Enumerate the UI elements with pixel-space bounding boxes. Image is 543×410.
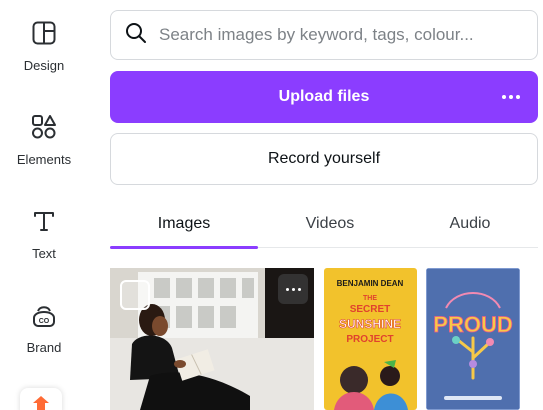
- sidebar-item-brand[interactable]: CO Brand: [0, 300, 88, 380]
- record-yourself-button[interactable]: Record yourself: [110, 133, 538, 185]
- sidebar-item-text[interactable]: Text: [0, 206, 88, 286]
- apps-button[interactable]: [20, 388, 62, 410]
- book-cover-proud: PROUD: [426, 268, 520, 410]
- image-thumbnail-secret-sunshine-project[interactable]: BENJAMIN DEAN THE SECRET SUNSHINE PROJEC…: [324, 268, 417, 410]
- text-t-icon: [29, 206, 59, 236]
- tab-images[interactable]: Images: [110, 200, 258, 249]
- apps-icon: [31, 394, 51, 410]
- sidebar-item-elements[interactable]: Elements: [0, 112, 88, 192]
- sidebar-item-label: Design: [23, 58, 65, 73]
- shapes-icon: [29, 112, 59, 142]
- book-title-line: SECRET: [350, 304, 391, 315]
- layout-icon: [29, 18, 59, 48]
- book-cover-secret-sunshine: BENJAMIN DEAN THE SECRET SUNSHINE PROJEC…: [324, 268, 417, 410]
- thumbnail-more-icon[interactable]: [278, 274, 308, 304]
- left-sidebar: Design Elements Text CO Brand: [0, 0, 88, 410]
- search-input[interactable]: [159, 25, 529, 45]
- sidebar-item-design[interactable]: Design: [0, 18, 88, 98]
- search-bar[interactable]: [110, 10, 538, 60]
- upload-files-button[interactable]: Upload files: [110, 71, 538, 123]
- svg-text:CO: CO: [39, 318, 50, 325]
- search-icon: [125, 22, 147, 49]
- book-title-line: THE: [363, 295, 377, 302]
- book-title: PROUD: [433, 312, 512, 337]
- image-thumbnail-proud[interactable]: PROUD: [426, 268, 520, 410]
- book-author: BENJAMIN DEAN: [337, 279, 404, 288]
- more-options-icon[interactable]: [498, 85, 524, 109]
- upload-files-label: Upload files: [278, 88, 370, 105]
- tab-videos[interactable]: Videos: [258, 200, 402, 248]
- media-tabs: Images Videos Audio: [110, 200, 538, 249]
- book-title-line: PROJECT: [346, 334, 393, 345]
- sidebar-item-label: Brand: [26, 340, 62, 355]
- sidebar-item-label: Text: [32, 246, 56, 261]
- image-thumbnail-woman-reading[interactable]: [110, 268, 314, 410]
- sidebar-item-label: Elements: [16, 152, 72, 167]
- tab-audio[interactable]: Audio: [402, 200, 538, 248]
- book-title-line: SUNSHINE: [339, 317, 401, 331]
- select-checkbox[interactable]: [120, 280, 150, 310]
- brand-icon: CO: [29, 300, 59, 330]
- record-yourself-label: Record yourself: [267, 150, 381, 167]
